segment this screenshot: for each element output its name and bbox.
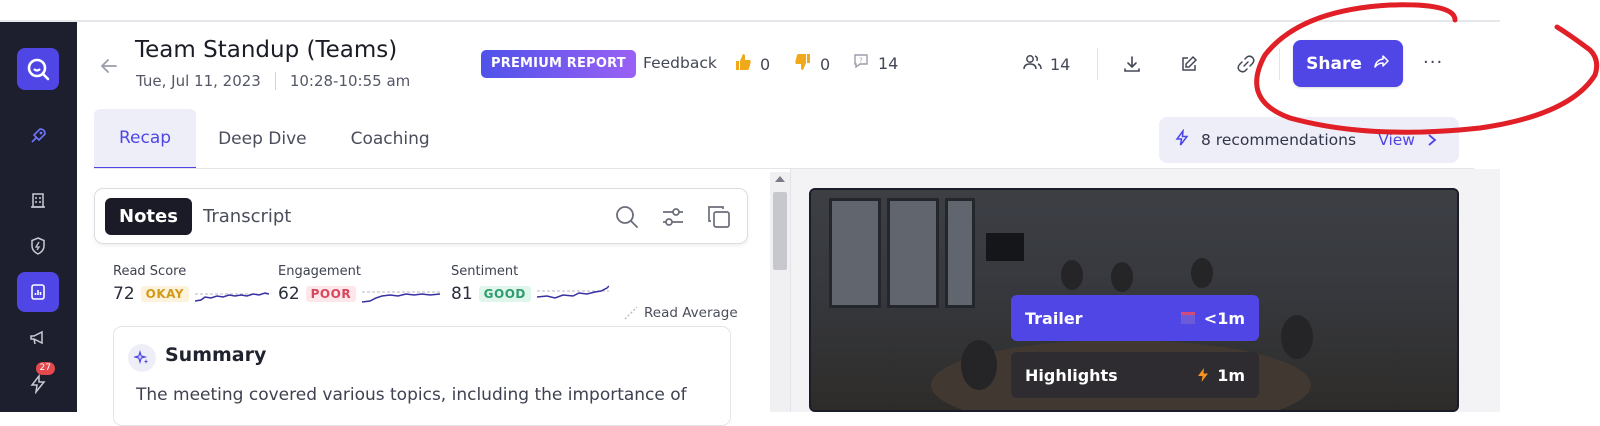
tab-transcript[interactable]: Transcript	[189, 198, 305, 235]
recommendations-text: 8 recommendations	[1201, 131, 1357, 149]
share-arrow-icon	[1372, 52, 1390, 75]
back-arrow-icon[interactable]	[97, 54, 121, 78]
metric-label: Sentiment	[451, 264, 519, 279]
participants-button[interactable]: 14	[1022, 52, 1070, 76]
megaphone-icon[interactable]	[17, 318, 59, 358]
summary-title: Summary	[165, 344, 267, 366]
tab-notes[interactable]: Notes	[105, 198, 192, 235]
status-badge: GOOD	[478, 286, 531, 302]
thumbs-down-button[interactable]: 0	[794, 52, 830, 76]
link-icon[interactable]	[1234, 52, 1258, 76]
page-title: Team Standup (Teams)	[135, 37, 398, 63]
scroll-thumb[interactable]	[773, 192, 787, 270]
svg-text:?: ?	[859, 57, 863, 65]
scroll-up-arrow-icon[interactable]	[775, 176, 785, 182]
lightning-icon	[1173, 128, 1191, 151]
thumbs-up-icon	[734, 52, 752, 76]
metric-label: Read Score	[113, 264, 187, 279]
download-icon[interactable]	[1120, 52, 1144, 76]
view-recommendations-link[interactable]: View	[1378, 131, 1437, 149]
dashed-line-icon	[624, 306, 638, 320]
metric-label: Engagement	[278, 264, 361, 279]
clapperboard-icon	[1180, 312, 1195, 324]
sidebar: 27	[0, 22, 77, 412]
metric-value: 81	[451, 284, 473, 304]
comment-icon: ?	[852, 52, 870, 74]
divider	[1279, 48, 1280, 80]
thumbs-up-button[interactable]: 0	[734, 52, 770, 76]
filter-icon[interactable]	[659, 203, 687, 231]
tab-deep-dive[interactable]: Deep Dive	[196, 109, 329, 169]
read-average-label: Read Average	[644, 305, 738, 321]
metric-value: 62	[278, 284, 300, 304]
highlights-duration: 1m	[1217, 365, 1245, 385]
premium-report-badge: PREMIUM REPORT	[481, 50, 636, 78]
meeting-time: 10:28-10:55 am	[289, 72, 411, 90]
comments-button[interactable]: ? 14	[852, 52, 898, 74]
thumbs-down-icon	[794, 52, 812, 76]
divider	[274, 72, 276, 90]
main-content: Team Standup (Teams) Tue, Jul 11, 2023 1…	[77, 22, 1500, 426]
tab-recap[interactable]: Recap	[94, 109, 197, 169]
feedback-label: Feedback	[643, 54, 717, 72]
more-icon[interactable]: ···	[1423, 52, 1443, 73]
sparkline	[194, 292, 269, 302]
meeting-datetime: Tue, Jul 11, 2023 10:28-10:55 am	[136, 72, 410, 90]
rocket-icon[interactable]	[17, 116, 59, 156]
metric-engagement: Engagement 62 POOR	[278, 264, 441, 304]
scrollbar[interactable]	[770, 172, 790, 412]
divider	[1097, 48, 1098, 80]
notification-badge: 27	[35, 362, 55, 375]
search-icon[interactable]	[613, 203, 641, 231]
trailer-duration: <1m	[1203, 308, 1245, 328]
notes-panel: Notes Transcript Read Score 72 OKAY Enga…	[94, 188, 749, 426]
thumbs-down-count: 0	[820, 54, 831, 74]
notes-toolbar: Notes Transcript	[94, 188, 748, 244]
view-label: View	[1378, 131, 1415, 149]
metric-sentiment: Sentiment 81 GOOD	[451, 264, 609, 304]
meeting-date: Tue, Jul 11, 2023	[136, 72, 261, 90]
comments-count: 14	[878, 53, 899, 73]
report-icon[interactable]	[17, 272, 59, 312]
thumbs-up-count: 0	[760, 54, 771, 74]
top-border	[0, 0, 1500, 22]
highlights-label: Highlights	[1025, 365, 1118, 385]
chevron-right-icon	[1428, 134, 1437, 146]
lightning-icon[interactable]: 27	[17, 362, 59, 404]
read-average-legend: Read Average	[624, 305, 738, 321]
sparkle-icon	[128, 344, 156, 372]
tab-coaching[interactable]: Coaching	[329, 109, 452, 169]
video-player[interactable]: Trailer <1m Highlights 1m	[809, 188, 1459, 412]
share-label: Share	[1306, 53, 1362, 74]
metric-read-score: Read Score 72 OKAY	[113, 264, 269, 304]
shield-icon[interactable]	[17, 226, 59, 266]
status-badge: OKAY	[140, 286, 189, 302]
tab-bar: Recap Deep Dive Coaching	[94, 109, 452, 169]
lightning-icon	[1198, 368, 1209, 382]
edit-icon[interactable]	[1177, 52, 1201, 76]
sparkline	[536, 285, 609, 299]
highlights-button[interactable]: Highlights 1m	[1011, 352, 1259, 398]
summary-card: Summary The meeting covered various topi…	[113, 326, 731, 426]
building-icon[interactable]	[17, 180, 59, 220]
share-button[interactable]: Share	[1293, 40, 1403, 87]
recommendations-banner[interactable]: 8 recommendations View	[1159, 117, 1459, 163]
copy-icon[interactable]	[705, 203, 733, 231]
users-icon	[1022, 52, 1042, 76]
sparkline	[362, 291, 441, 303]
status-badge: POOR	[305, 286, 357, 302]
summary-text: The meeting covered various topics, incl…	[136, 385, 687, 405]
logo-icon[interactable]	[17, 48, 59, 90]
participants-count: 14	[1050, 54, 1071, 74]
trailer-button[interactable]: Trailer <1m	[1011, 295, 1259, 341]
metric-value: 72	[113, 284, 135, 304]
trailer-label: Trailer	[1025, 308, 1083, 328]
